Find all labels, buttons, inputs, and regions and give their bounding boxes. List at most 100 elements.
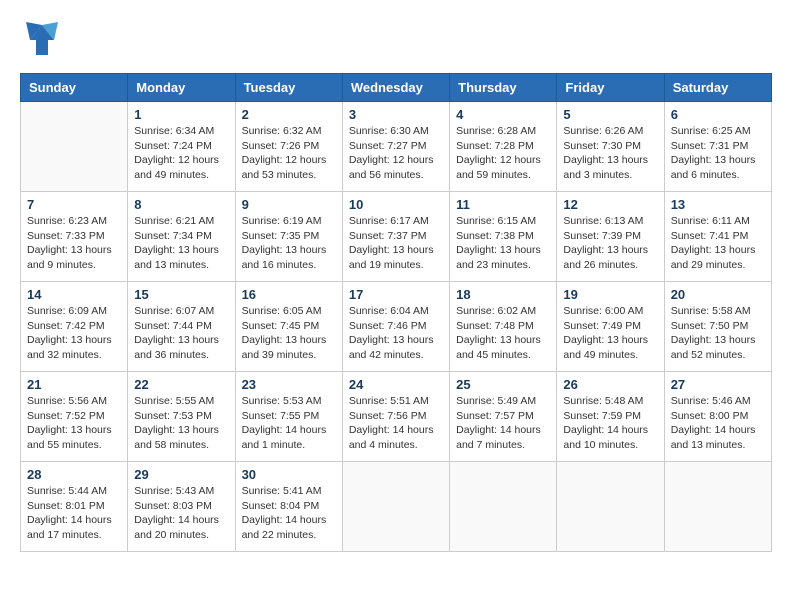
calendar-cell: 27Sunrise: 5:46 AM Sunset: 8:00 PM Dayli… <box>664 372 771 462</box>
day-number: 23 <box>242 377 336 392</box>
day-number: 26 <box>563 377 657 392</box>
day-number: 1 <box>134 107 228 122</box>
day-info: Sunrise: 6:25 AM Sunset: 7:31 PM Dayligh… <box>671 124 765 183</box>
day-number: 15 <box>134 287 228 302</box>
calendar-header-row: SundayMondayTuesdayWednesdayThursdayFrid… <box>21 74 772 102</box>
day-info: Sunrise: 6:15 AM Sunset: 7:38 PM Dayligh… <box>456 214 550 273</box>
calendar-cell <box>557 462 664 552</box>
day-number: 16 <box>242 287 336 302</box>
day-info: Sunrise: 6:09 AM Sunset: 7:42 PM Dayligh… <box>27 304 121 363</box>
day-number: 17 <box>349 287 443 302</box>
calendar-cell: 11 Sunrise: 6:15 AM Sunset: 7:38 PM Dayli… <box>450 192 557 282</box>
calendar-cell: 30 Sunrise: 5:41 AM Sunset: 8:04 PM Dayli… <box>235 462 342 552</box>
day-info: Sunrise: 5:44 AM Sunset: 8:01 PM Dayligh… <box>27 484 121 543</box>
calendar-week-row: 14 Sunrise: 6:09 AM Sunset: 7:42 PM Dayli… <box>21 282 772 372</box>
logo <box>20 20 66 63</box>
calendar-cell: 2 Sunrise: 6:32 AM Sunset: 7:26 PM Daylig… <box>235 102 342 192</box>
weekday-header: Saturday <box>664 74 771 102</box>
day-number: 20 <box>671 287 765 302</box>
day-number: 13 <box>671 197 765 212</box>
day-info: Sunrise: 6:05 AM Sunset: 7:45 PM Dayligh… <box>242 304 336 363</box>
calendar-cell: 1 Sunrise: 6:34 AM Sunset: 7:24 PM Daylig… <box>128 102 235 192</box>
day-info: Sunrise: 6:30 AM Sunset: 7:27 PM Dayligh… <box>349 124 443 183</box>
calendar-cell: 20Sunrise: 5:58 AM Sunset: 7:50 PM Dayli… <box>664 282 771 372</box>
day-number: 2 <box>242 107 336 122</box>
day-info: Sunrise: 6:26 AM Sunset: 7:30 PM Dayligh… <box>563 124 657 183</box>
calendar-cell: 24 Sunrise: 5:51 AM Sunset: 7:56 PM Dayli… <box>342 372 449 462</box>
calendar-cell <box>450 462 557 552</box>
day-number: 12 <box>563 197 657 212</box>
day-info: Sunrise: 5:46 AM Sunset: 8:00 PM Dayligh… <box>671 394 765 453</box>
calendar-cell: 8 Sunrise: 6:21 AM Sunset: 7:34 PM Daylig… <box>128 192 235 282</box>
day-number: 6 <box>671 107 765 122</box>
calendar-cell: 12Sunrise: 6:13 AM Sunset: 7:39 PM Dayli… <box>557 192 664 282</box>
calendar-cell: 21Sunrise: 5:56 AM Sunset: 7:52 PM Dayli… <box>21 372 128 462</box>
weekday-header: Monday <box>128 74 235 102</box>
weekday-header: Wednesday <box>342 74 449 102</box>
weekday-header: Thursday <box>450 74 557 102</box>
calendar-cell: 26Sunrise: 5:48 AM Sunset: 7:59 PM Dayli… <box>557 372 664 462</box>
day-number: 19 <box>563 287 657 302</box>
day-number: 4 <box>456 107 550 122</box>
day-info: Sunrise: 5:49 AM Sunset: 7:57 PM Dayligh… <box>456 394 550 453</box>
day-info: Sunrise: 6:11 AM Sunset: 7:41 PM Dayligh… <box>671 214 765 273</box>
calendar-week-row: 21Sunrise: 5:56 AM Sunset: 7:52 PM Dayli… <box>21 372 772 462</box>
day-number: 7 <box>27 197 121 212</box>
day-number: 11 <box>456 197 550 212</box>
calendar-cell: 3 Sunrise: 6:30 AM Sunset: 7:27 PM Daylig… <box>342 102 449 192</box>
calendar-cell: 15 Sunrise: 6:07 AM Sunset: 7:44 PM Dayli… <box>128 282 235 372</box>
calendar-cell: 5 Sunrise: 6:26 AM Sunset: 7:30 PM Daylig… <box>557 102 664 192</box>
weekday-header: Sunday <box>21 74 128 102</box>
calendar-cell: 19 Sunrise: 6:00 AM Sunset: 7:49 PM Dayli… <box>557 282 664 372</box>
day-number: 25 <box>456 377 550 392</box>
day-info: Sunrise: 6:00 AM Sunset: 7:49 PM Dayligh… <box>563 304 657 363</box>
day-info: Sunrise: 5:43 AM Sunset: 8:03 PM Dayligh… <box>134 484 228 543</box>
calendar-cell: 14 Sunrise: 6:09 AM Sunset: 7:42 PM Dayli… <box>21 282 128 372</box>
day-number: 8 <box>134 197 228 212</box>
day-number: 30 <box>242 467 336 482</box>
day-info: Sunrise: 6:02 AM Sunset: 7:48 PM Dayligh… <box>456 304 550 363</box>
page-header <box>20 20 772 63</box>
calendar-table: SundayMondayTuesdayWednesdayThursdayFrid… <box>20 73 772 552</box>
day-number: 28 <box>27 467 121 482</box>
calendar-cell: 22 Sunrise: 5:55 AM Sunset: 7:53 PM Dayli… <box>128 372 235 462</box>
calendar-cell: 10 Sunrise: 6:17 AM Sunset: 7:37 PM Dayli… <box>342 192 449 282</box>
day-number: 5 <box>563 107 657 122</box>
calendar-cell: 29Sunrise: 5:43 AM Sunset: 8:03 PM Dayli… <box>128 462 235 552</box>
day-info: Sunrise: 6:19 AM Sunset: 7:35 PM Dayligh… <box>242 214 336 273</box>
day-info: Sunrise: 5:51 AM Sunset: 7:56 PM Dayligh… <box>349 394 443 453</box>
calendar-cell: 16 Sunrise: 6:05 AM Sunset: 7:45 PM Dayli… <box>235 282 342 372</box>
day-number: 3 <box>349 107 443 122</box>
day-info: Sunrise: 6:28 AM Sunset: 7:28 PM Dayligh… <box>456 124 550 183</box>
day-info: Sunrise: 5:41 AM Sunset: 8:04 PM Dayligh… <box>242 484 336 543</box>
calendar-cell: 17 Sunrise: 6:04 AM Sunset: 7:46 PM Dayli… <box>342 282 449 372</box>
calendar-cell <box>664 462 771 552</box>
day-info: Sunrise: 6:34 AM Sunset: 7:24 PM Dayligh… <box>134 124 228 183</box>
calendar-cell <box>21 102 128 192</box>
calendar-cell: 7 Sunrise: 6:23 AM Sunset: 7:33 PM Daylig… <box>21 192 128 282</box>
calendar-cell: 28 Sunrise: 5:44 AM Sunset: 8:01 PM Dayli… <box>21 462 128 552</box>
day-info: Sunrise: 6:23 AM Sunset: 7:33 PM Dayligh… <box>27 214 121 273</box>
calendar-week-row: 1 Sunrise: 6:34 AM Sunset: 7:24 PM Daylig… <box>21 102 772 192</box>
day-info: Sunrise: 5:55 AM Sunset: 7:53 PM Dayligh… <box>134 394 228 453</box>
calendar-cell: 4 Sunrise: 6:28 AM Sunset: 7:28 PM Daylig… <box>450 102 557 192</box>
calendar-week-row: 28 Sunrise: 5:44 AM Sunset: 8:01 PM Dayli… <box>21 462 772 552</box>
day-number: 9 <box>242 197 336 212</box>
day-info: Sunrise: 6:17 AM Sunset: 7:37 PM Dayligh… <box>349 214 443 273</box>
day-number: 10 <box>349 197 443 212</box>
calendar-cell: 18 Sunrise: 6:02 AM Sunset: 7:48 PM Dayli… <box>450 282 557 372</box>
day-number: 24 <box>349 377 443 392</box>
day-info: Sunrise: 6:04 AM Sunset: 7:46 PM Dayligh… <box>349 304 443 363</box>
day-info: Sunrise: 6:21 AM Sunset: 7:34 PM Dayligh… <box>134 214 228 273</box>
calendar-cell: 13 Sunrise: 6:11 AM Sunset: 7:41 PM Dayli… <box>664 192 771 282</box>
day-info: Sunrise: 6:07 AM Sunset: 7:44 PM Dayligh… <box>134 304 228 363</box>
calendar-cell: 25 Sunrise: 5:49 AM Sunset: 7:57 PM Dayli… <box>450 372 557 462</box>
day-number: 22 <box>134 377 228 392</box>
calendar-cell: 23 Sunrise: 5:53 AM Sunset: 7:55 PM Dayli… <box>235 372 342 462</box>
calendar-cell <box>342 462 449 552</box>
day-info: Sunrise: 6:32 AM Sunset: 7:26 PM Dayligh… <box>242 124 336 183</box>
weekday-header: Friday <box>557 74 664 102</box>
day-number: 14 <box>27 287 121 302</box>
day-info: Sunrise: 5:53 AM Sunset: 7:55 PM Dayligh… <box>242 394 336 453</box>
day-number: 18 <box>456 287 550 302</box>
